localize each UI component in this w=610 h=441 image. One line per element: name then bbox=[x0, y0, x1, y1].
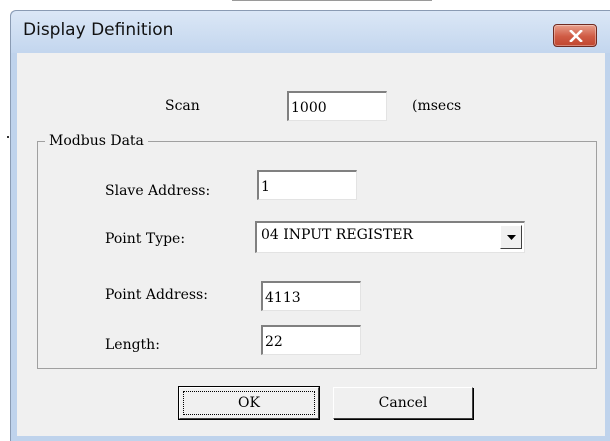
slave-address-input[interactable] bbox=[257, 170, 357, 200]
scan-label: Scan bbox=[165, 98, 200, 114]
point-address-label: Point Address: bbox=[105, 287, 208, 303]
ok-button[interactable]: OK bbox=[178, 386, 320, 420]
display-definition-dialog: Display Definition Scan (msecs Modbus Da… bbox=[10, 10, 610, 441]
point-type-value: 04 INPUT REGISTER bbox=[261, 227, 413, 243]
dialog-title: Display Definition bbox=[23, 20, 174, 40]
modbus-data-group-label: Modbus Data bbox=[45, 133, 148, 149]
point-type-label: Point Type: bbox=[105, 231, 186, 247]
close-icon bbox=[569, 30, 583, 42]
dialog-client-area: Scan (msecs Modbus Data Slave Address: P… bbox=[17, 53, 605, 436]
scan-input[interactable] bbox=[287, 91, 387, 121]
close-button[interactable] bbox=[553, 24, 597, 47]
slave-address-label: Slave Address: bbox=[105, 183, 211, 199]
chevron-down-icon bbox=[507, 235, 516, 240]
point-address-input[interactable] bbox=[261, 281, 361, 311]
background-mark bbox=[7, 136, 9, 138]
background-edge-line bbox=[232, 0, 432, 1]
point-type-select[interactable]: 04 INPUT REGISTER bbox=[255, 221, 525, 253]
point-type-dropdown-button[interactable] bbox=[500, 225, 522, 249]
scan-unit-label: (msecs bbox=[412, 98, 462, 114]
length-label: Length: bbox=[105, 337, 160, 353]
title-bar[interactable]: Display Definition bbox=[11, 11, 610, 53]
cancel-button[interactable]: Cancel bbox=[333, 387, 473, 419]
length-input[interactable] bbox=[261, 325, 361, 355]
